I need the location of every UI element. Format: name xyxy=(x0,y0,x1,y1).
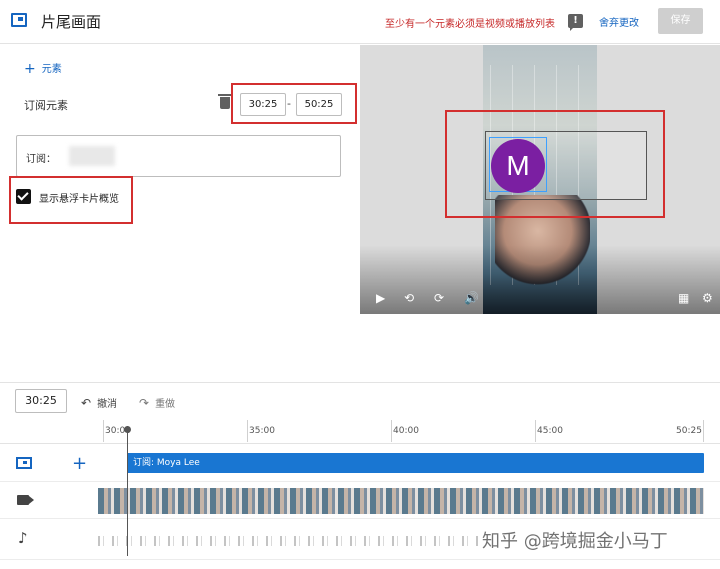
add-element-plus-icon[interactable]: + xyxy=(72,453,87,474)
feedback-icon[interactable]: ! xyxy=(568,14,583,31)
undo-button[interactable]: ↶ 撤消 xyxy=(81,395,117,410)
plus-icon: + xyxy=(24,61,36,77)
tick-line xyxy=(103,420,104,442)
channel-avatar[interactable]: M xyxy=(491,139,545,193)
settings-icon[interactable]: ⚙ xyxy=(702,291,713,305)
undo-label: 撤消 xyxy=(97,399,118,410)
video-track xyxy=(0,483,720,519)
subscribe-field-label: 订阅： xyxy=(26,154,56,165)
playhead[interactable] xyxy=(124,426,131,556)
add-element-button[interactable]: + 元素 xyxy=(24,60,62,77)
subscribe-element-bar[interactable]: 订阅: Moya Lee xyxy=(127,453,704,473)
tick-line xyxy=(391,420,392,442)
grid-icon[interactable]: ▦ xyxy=(678,291,689,305)
discard-changes-button[interactable]: 舍弃更改 xyxy=(599,14,639,29)
endscreen-icon xyxy=(11,13,27,27)
music-note-icon: ♪ xyxy=(18,529,28,547)
element-label: 订阅元素 xyxy=(24,99,68,112)
redo-icon: ↷ xyxy=(139,396,150,410)
tick-label: 45:00 xyxy=(537,426,563,436)
redo-label: 重做 xyxy=(155,399,176,410)
audio-waveform xyxy=(98,536,478,546)
page-title: 片尾画面 xyxy=(41,13,102,31)
divider xyxy=(0,382,720,383)
time-separator: - xyxy=(287,97,291,110)
add-element-label: 元素 xyxy=(41,64,62,75)
endscreen-icon xyxy=(16,457,32,469)
redo-button[interactable]: ↷ 重做 xyxy=(139,395,175,410)
header: 片尾画面 至少有一个元素必须是视频或播放列表 ! 舍弃更改 保存 xyxy=(0,0,720,44)
tick-line xyxy=(535,420,536,442)
video-filmstrip xyxy=(98,488,704,514)
forward-icon[interactable]: ⟳ xyxy=(434,291,444,305)
camera-icon xyxy=(17,495,34,505)
end-time-input[interactable]: 50:25 xyxy=(296,93,342,116)
tick-label: 50:25 xyxy=(676,426,702,436)
tick-line xyxy=(247,420,248,442)
undo-icon: ↶ xyxy=(81,396,92,410)
rewind-icon[interactable]: ⟲ xyxy=(404,291,414,305)
tick-label: 35:00 xyxy=(249,426,275,436)
tick-line xyxy=(703,420,704,442)
hover-card-label: 显示悬浮卡片概览 xyxy=(39,194,119,205)
hover-card-checkbox[interactable] xyxy=(16,189,31,204)
play-icon[interactable]: ▶ xyxy=(376,291,385,305)
validation-warning: 至少有一个元素必须是视频或播放列表 xyxy=(385,19,555,30)
blurred-channel-name xyxy=(69,146,115,166)
start-time-input[interactable]: 30:25 xyxy=(240,93,286,116)
timeline-ruler[interactable]: 30:00 35:00 40:00 45:00 50:25 xyxy=(0,420,720,444)
save-button[interactable]: 保存 xyxy=(658,8,703,34)
watermark: 知乎 @跨境掘金小马丁 xyxy=(482,531,668,552)
subscribe-field[interactable]: 订阅： xyxy=(16,135,341,177)
trash-icon[interactable] xyxy=(218,94,232,109)
current-time-input[interactable]: 30:25 xyxy=(15,389,67,413)
video-preview: M ▶ ⟲ ⟳ 🔊 ▦ ⚙ xyxy=(360,45,720,314)
element-editor: + 元素 订阅元素 30:25 - 50:25 订阅： 显示悬浮卡片概览 xyxy=(0,45,358,382)
tick-label: 40:00 xyxy=(393,426,419,436)
volume-icon[interactable]: 🔊 xyxy=(464,291,479,305)
endscreen-track: + 订阅: Moya Lee xyxy=(0,445,720,482)
